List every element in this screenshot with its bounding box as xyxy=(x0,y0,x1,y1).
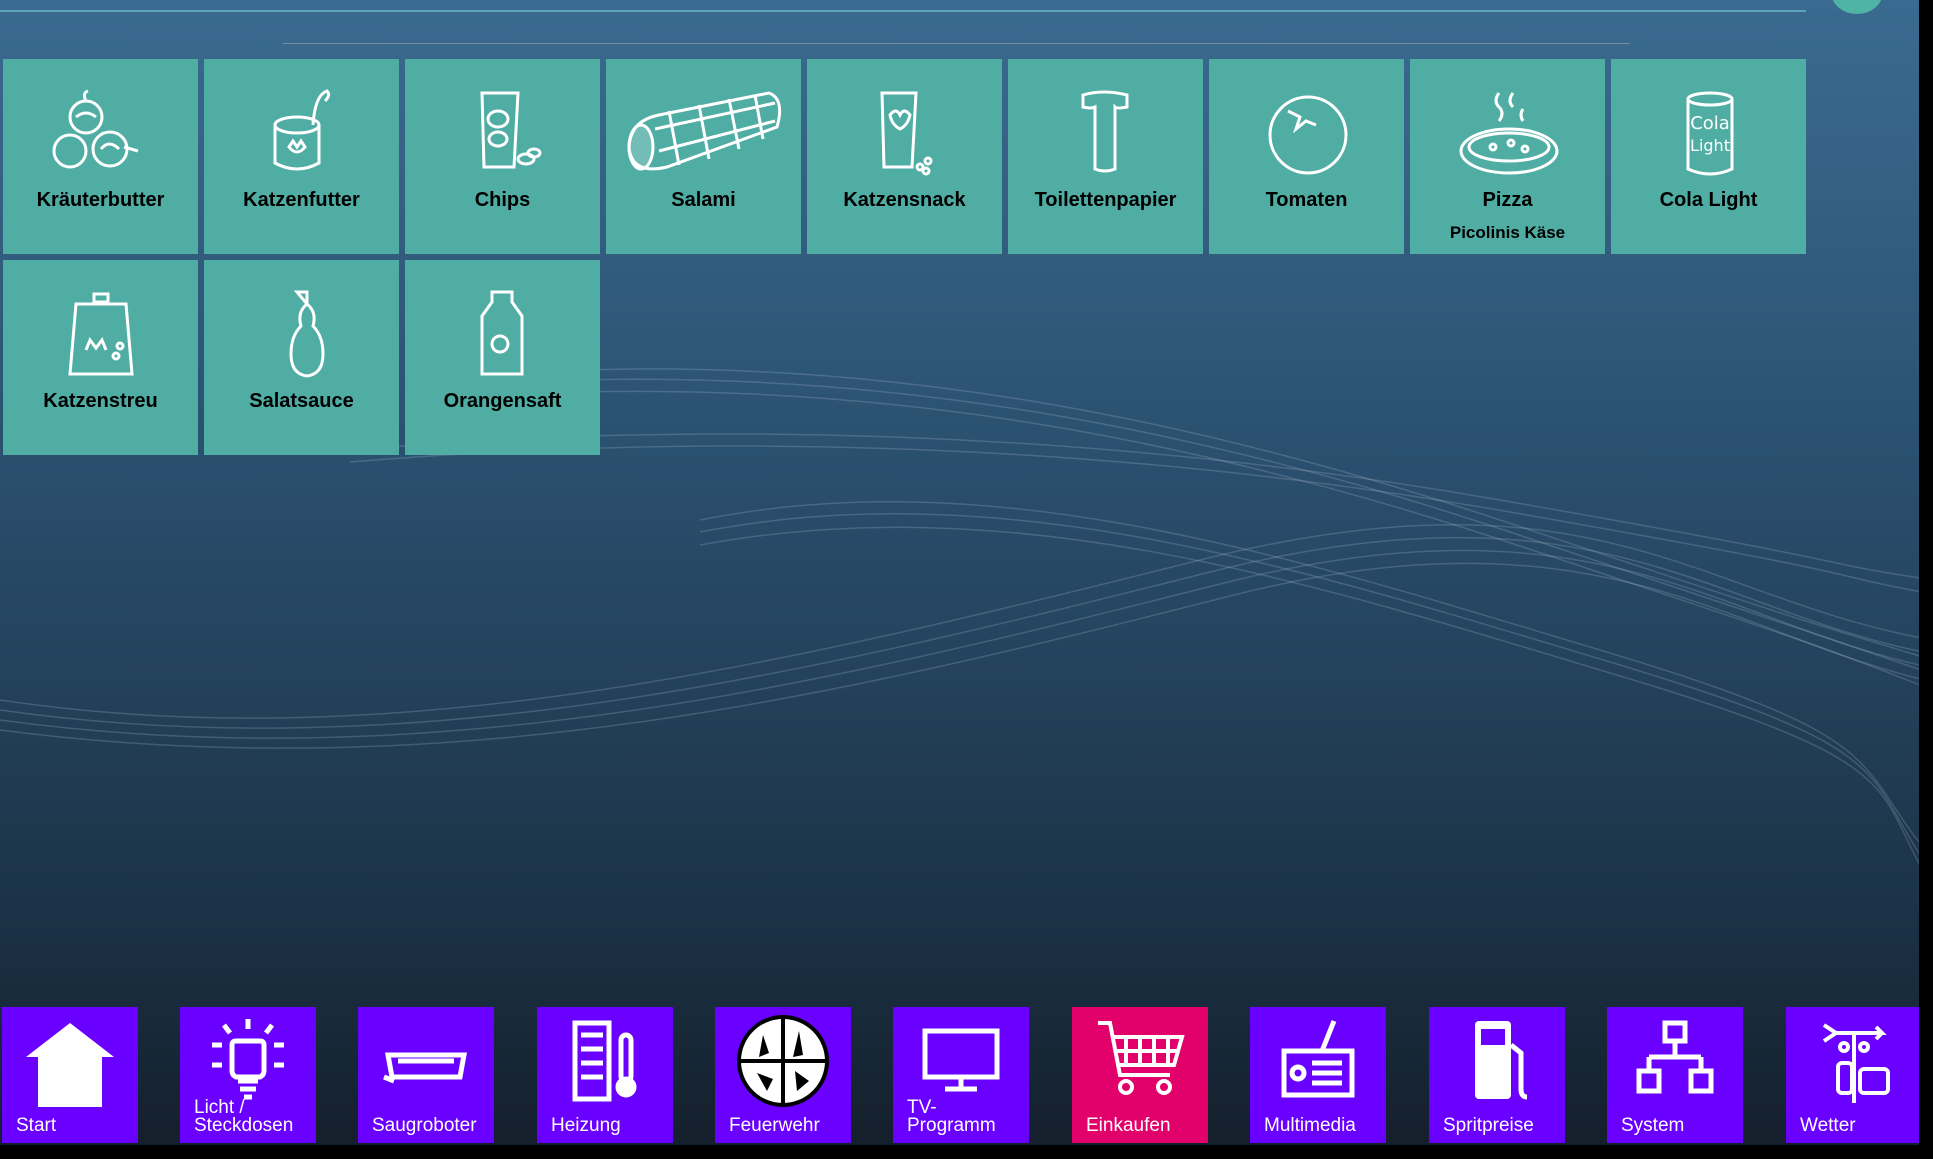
tile-label: Katzenstreu xyxy=(43,390,158,412)
shopping-cart-icon xyxy=(1098,1021,1185,1095)
juice-carton-icon xyxy=(480,290,523,376)
chips-bag-icon xyxy=(479,91,541,169)
nav-system[interactable]: System xyxy=(1607,1007,1743,1143)
nav-label: Einkaufen xyxy=(1086,1115,1171,1136)
light-bulb-icon xyxy=(212,1019,284,1100)
tile-label: Chips xyxy=(474,189,531,211)
tile-label: Salatsauce xyxy=(249,390,354,412)
bottom-edge xyxy=(0,1145,1933,1159)
home-icon xyxy=(26,1023,114,1107)
nav-label: Feuerwehr xyxy=(729,1115,820,1136)
tomato-icon xyxy=(1268,95,1347,175)
tile-katzenfutter[interactable]: Katzenfutter xyxy=(204,59,399,254)
nav-label: System xyxy=(1621,1115,1685,1136)
tile-label: Tomaten xyxy=(1265,189,1348,211)
header-divider xyxy=(0,10,1806,12)
nav-label: Saugroboter xyxy=(372,1115,477,1136)
tile-label: Katzensnack xyxy=(843,189,966,211)
tv-icon xyxy=(922,1028,1000,1092)
section-divider xyxy=(283,43,1630,44)
tile-tomaten[interactable]: Tomaten xyxy=(1209,59,1404,254)
nav-spritpreise[interactable]: Spritpreise xyxy=(1429,1007,1565,1143)
tile-label: Orangensaft xyxy=(443,390,562,412)
sauce-bottle-icon xyxy=(288,290,325,378)
tile-label: Salami xyxy=(671,189,736,211)
tile-label: Kräuterbutter xyxy=(36,189,165,211)
nav-label: Wetter xyxy=(1800,1115,1856,1136)
nav-start[interactable]: Start xyxy=(2,1007,138,1143)
tile-katzensnack[interactable]: Katzensnack xyxy=(807,59,1002,254)
tile-toilettenpapier[interactable]: Toilettenpapier xyxy=(1008,59,1203,254)
tile-salami[interactable]: Salami xyxy=(606,59,801,254)
tile-label: Cola Light xyxy=(1659,189,1758,211)
tile-label: Toilettenpapier xyxy=(1034,189,1177,211)
nav-label: TV- Programm xyxy=(907,1097,996,1136)
snack-bag-icon xyxy=(879,91,932,176)
tile-chips[interactable]: Chips xyxy=(405,59,600,254)
fuel-pump-icon xyxy=(1475,1021,1528,1100)
network-icon xyxy=(1636,1020,1714,1094)
nav-multimedia[interactable]: Multimedia xyxy=(1250,1007,1386,1143)
nav-tv-programm[interactable]: TV- Programm xyxy=(893,1007,1029,1143)
salami-icon xyxy=(626,91,781,171)
nav-label: Multimedia xyxy=(1264,1115,1356,1136)
cat-litter-icon xyxy=(67,292,134,376)
svg-text:Cola: Cola xyxy=(1690,113,1730,134)
nav-heizung[interactable]: Heizung xyxy=(537,1007,673,1143)
nav-label: Start xyxy=(16,1115,57,1136)
nav-label: Spritpreise xyxy=(1443,1115,1534,1136)
nav-label: Licht / Steckdosen xyxy=(194,1097,294,1136)
radio-icon xyxy=(1281,1020,1355,1098)
cat-food-can-icon xyxy=(273,89,330,171)
tile-sublabel: Picolinis Käse xyxy=(1449,223,1566,242)
tile-pizza[interactable]: Pizza Picolinis Käse xyxy=(1410,59,1605,254)
nav-wetter[interactable]: Wetter xyxy=(1786,1007,1922,1143)
nav-feuerwehr[interactable]: Feuerwehr xyxy=(715,1007,851,1143)
tile-salatsauce[interactable]: Salatsauce xyxy=(204,260,399,455)
pizza-icon xyxy=(1459,92,1558,175)
tile-orangensaft[interactable]: Orangensaft xyxy=(405,260,600,455)
toilet-paper-icon xyxy=(1081,90,1128,173)
nav-label: Heizung xyxy=(551,1115,621,1136)
tile-label: Katzenfutter xyxy=(243,189,360,211)
nav-einkaufen[interactable]: Einkaufen xyxy=(1072,1007,1208,1143)
tile-kraeuterbutter[interactable]: Kräuterbutter xyxy=(3,59,198,254)
tile-cola-light[interactable]: Cola Light Cola Light xyxy=(1611,59,1806,254)
heater-icon xyxy=(572,1020,637,1102)
nav-licht-steckdosen[interactable]: Licht / Steckdosen xyxy=(180,1007,316,1143)
weather-vane-icon xyxy=(1822,1023,1890,1103)
tile-label: Pizza xyxy=(1482,189,1533,211)
robot-vacuum-icon xyxy=(383,1052,467,1084)
right-edge xyxy=(1919,0,1933,1159)
nav-saugroboter[interactable]: Saugroboter xyxy=(358,1007,494,1143)
tile-katzenstreu[interactable]: Katzenstreu xyxy=(3,260,198,455)
cola-can-icon: Cola Light xyxy=(1686,91,1733,176)
garlic-icon xyxy=(52,89,138,169)
svg-text:Light: Light xyxy=(1690,136,1730,155)
fire-brigade-icon xyxy=(737,1015,829,1107)
